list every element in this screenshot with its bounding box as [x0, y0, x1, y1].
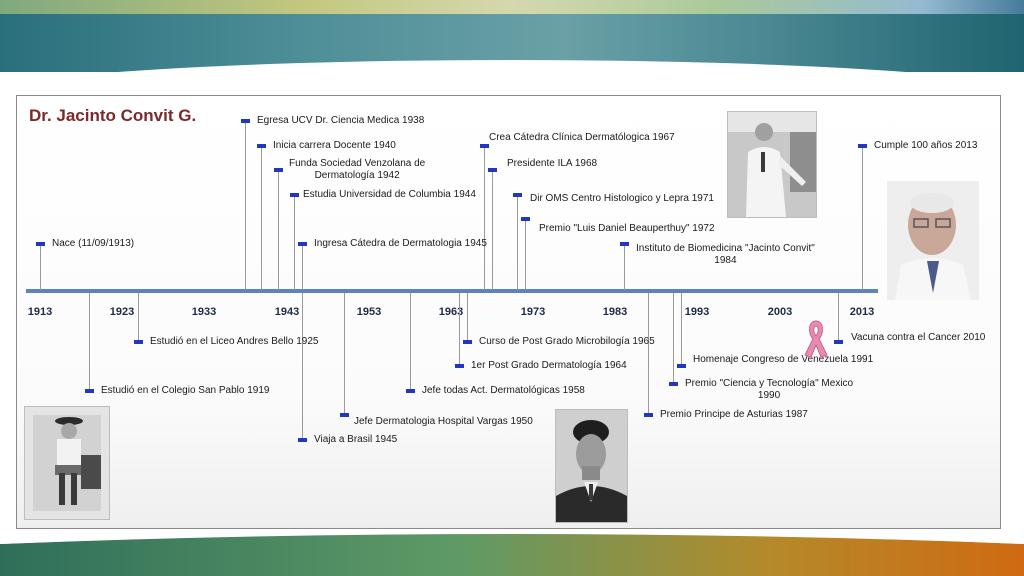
year-tick: 1983	[602, 306, 628, 318]
event-label: Jefe Dermatologia Hospital Vargas 1950	[354, 416, 533, 427]
event-marker	[677, 364, 686, 368]
event-stem	[492, 170, 493, 290]
event-label: Egresa UCV Dr. Ciencia Medica 1938	[257, 115, 425, 126]
event-label: Curso de Post Grado Microbilogía 1965	[479, 336, 655, 347]
doctor-lab-photo	[727, 111, 817, 218]
event-label: Estudió en el Colegio San Pablo 1919	[101, 385, 270, 396]
child-portrait-photo	[24, 406, 110, 520]
event-marker	[620, 242, 629, 246]
event-stem	[302, 293, 303, 440]
event-stem	[525, 219, 526, 290]
event-label: Dir OMS Centro Histologico y Lepra 1971	[530, 193, 714, 204]
pink-ribbon-icon	[804, 320, 828, 358]
event-marker	[513, 193, 522, 197]
event-marker	[455, 364, 464, 368]
event-marker	[290, 193, 299, 197]
event-stem	[838, 293, 839, 342]
year-tick: 1943	[274, 306, 300, 318]
timeline-axis	[26, 289, 878, 293]
event-marker	[36, 242, 45, 246]
event-stem	[681, 293, 682, 366]
event-marker	[241, 119, 250, 123]
event-stem	[517, 195, 518, 290]
event-label: Premio "Ciencia y Tecnología" Mexico 199…	[685, 378, 854, 401]
year-tick: 1933	[191, 306, 217, 318]
young-man-portrait-photo	[555, 409, 628, 523]
event-label: Presidente ILA 1968	[507, 158, 598, 169]
event-stem	[344, 293, 345, 415]
event-label: Viaja a Brasil 1945	[314, 434, 398, 445]
event-marker	[257, 144, 266, 148]
event-marker	[406, 389, 415, 393]
footer-band	[0, 530, 1024, 576]
event-stem	[138, 293, 139, 342]
event-label: 1er Post Grado Dermatología 1964	[471, 360, 627, 371]
event-marker	[834, 340, 843, 344]
event-stem	[467, 293, 468, 342]
event-label: Instituto de Biomedicina "Jacinto Convit…	[636, 243, 815, 266]
event-label: Homenaje Congreso de Venezuela 1991	[693, 354, 874, 365]
year-tick: 2003	[767, 306, 793, 318]
event-label: Jefe todas Act. Dermatológicas 1958	[422, 385, 585, 396]
event-marker	[644, 413, 653, 417]
event-label: Crea Cátedra Clínica Dermatólogica 1967	[489, 132, 675, 143]
event-stem	[862, 146, 863, 290]
event-marker	[134, 340, 143, 344]
year-tick: 1973	[520, 306, 546, 318]
event-label: Inicia carrera Docente 1940	[273, 140, 396, 151]
event-marker	[858, 144, 867, 148]
elderly-portrait-photo	[887, 181, 979, 300]
event-stem	[278, 170, 279, 290]
event-marker	[521, 217, 530, 221]
event-stem	[302, 244, 303, 290]
event-marker	[340, 413, 349, 417]
event-marker	[298, 242, 307, 246]
event-label: Vacuna contra el Cancer 2010	[851, 332, 986, 343]
event-stem	[410, 293, 411, 391]
event-marker	[463, 340, 472, 344]
event-label: Premio Principe de Asturias 1987	[660, 409, 808, 420]
header-stripe	[0, 0, 1024, 14]
event-label: Estudió en el Liceo Andres Bello 1925	[150, 336, 319, 347]
event-stem	[89, 293, 90, 391]
year-tick: 1913	[27, 306, 53, 318]
event-label: Funda Sociedad Venzolana de Dermatología…	[289, 158, 426, 181]
event-marker	[274, 168, 283, 172]
event-stem	[261, 146, 262, 290]
event-stem	[624, 244, 625, 290]
event-stem	[673, 293, 674, 384]
event-marker	[669, 382, 678, 386]
year-tick: 2013	[849, 306, 875, 318]
event-label: Cumple 100 años 2013	[874, 140, 978, 151]
event-stem	[648, 293, 649, 415]
page-title: Dr. Jacinto Convit G.	[29, 106, 197, 125]
year-tick: 1993	[684, 306, 710, 318]
event-marker	[488, 168, 497, 172]
event-label: Ingresa Cátedra de Dermatologia 1945	[314, 238, 487, 249]
event-marker	[298, 438, 307, 442]
event-label: Estudia Universidad de Columbia 1944	[303, 189, 476, 200]
event-marker	[85, 389, 94, 393]
event-stem	[459, 293, 460, 366]
event-label: Premio "Luis Daniel Beauperthuy" 1972	[539, 223, 715, 234]
event-stem	[40, 244, 41, 290]
year-tick: 1953	[356, 306, 382, 318]
event-stem	[484, 146, 485, 290]
event-stem	[245, 121, 246, 290]
event-label: Nace (11/09/1913)	[52, 238, 135, 249]
year-tick: 1923	[109, 306, 135, 318]
event-stem	[294, 195, 295, 290]
event-marker	[480, 144, 489, 148]
